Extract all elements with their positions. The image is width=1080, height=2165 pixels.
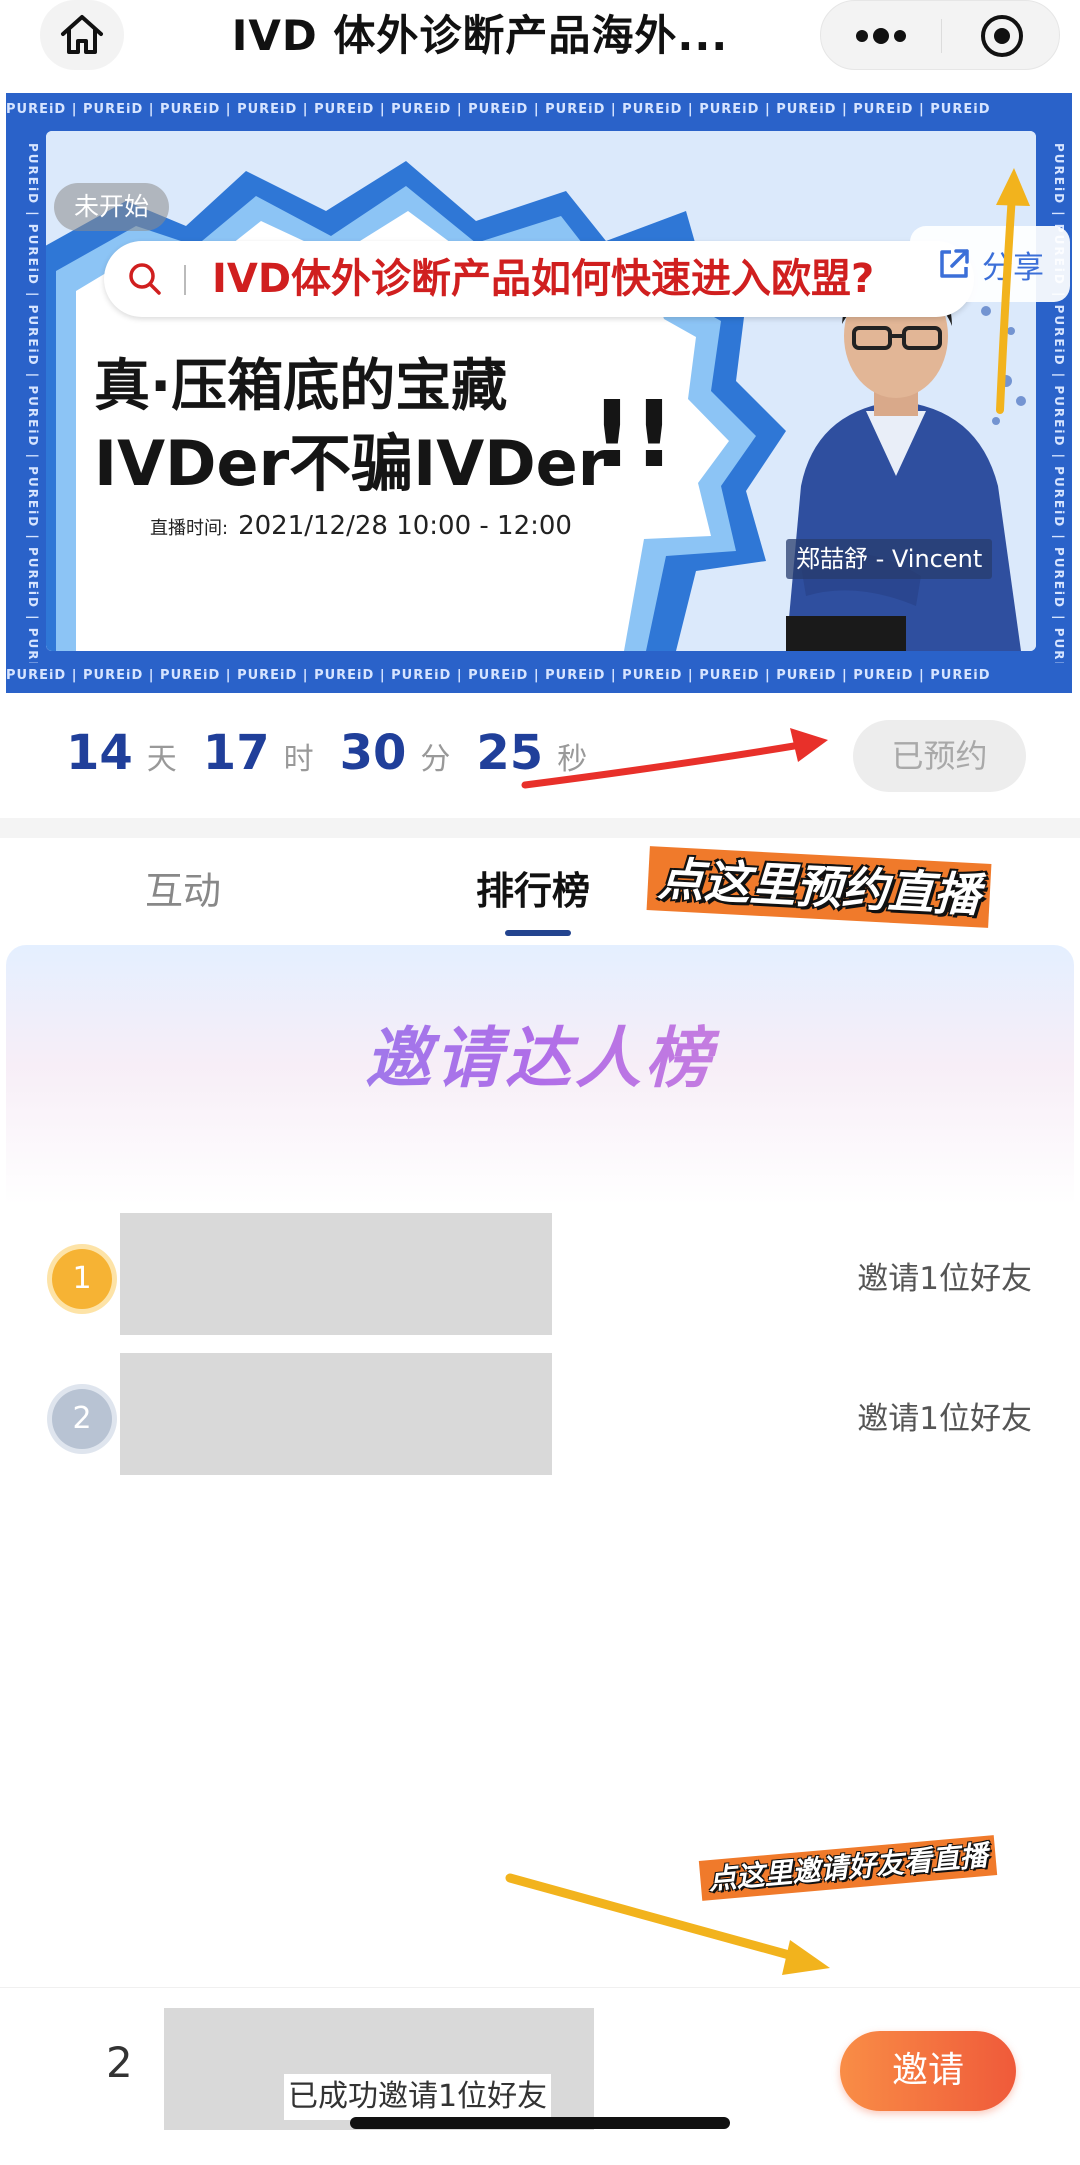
annotation-arrows: [505, 168, 1030, 1975]
yellow-arrow-share: [996, 168, 1030, 414]
red-arrow: [521, 728, 828, 789]
